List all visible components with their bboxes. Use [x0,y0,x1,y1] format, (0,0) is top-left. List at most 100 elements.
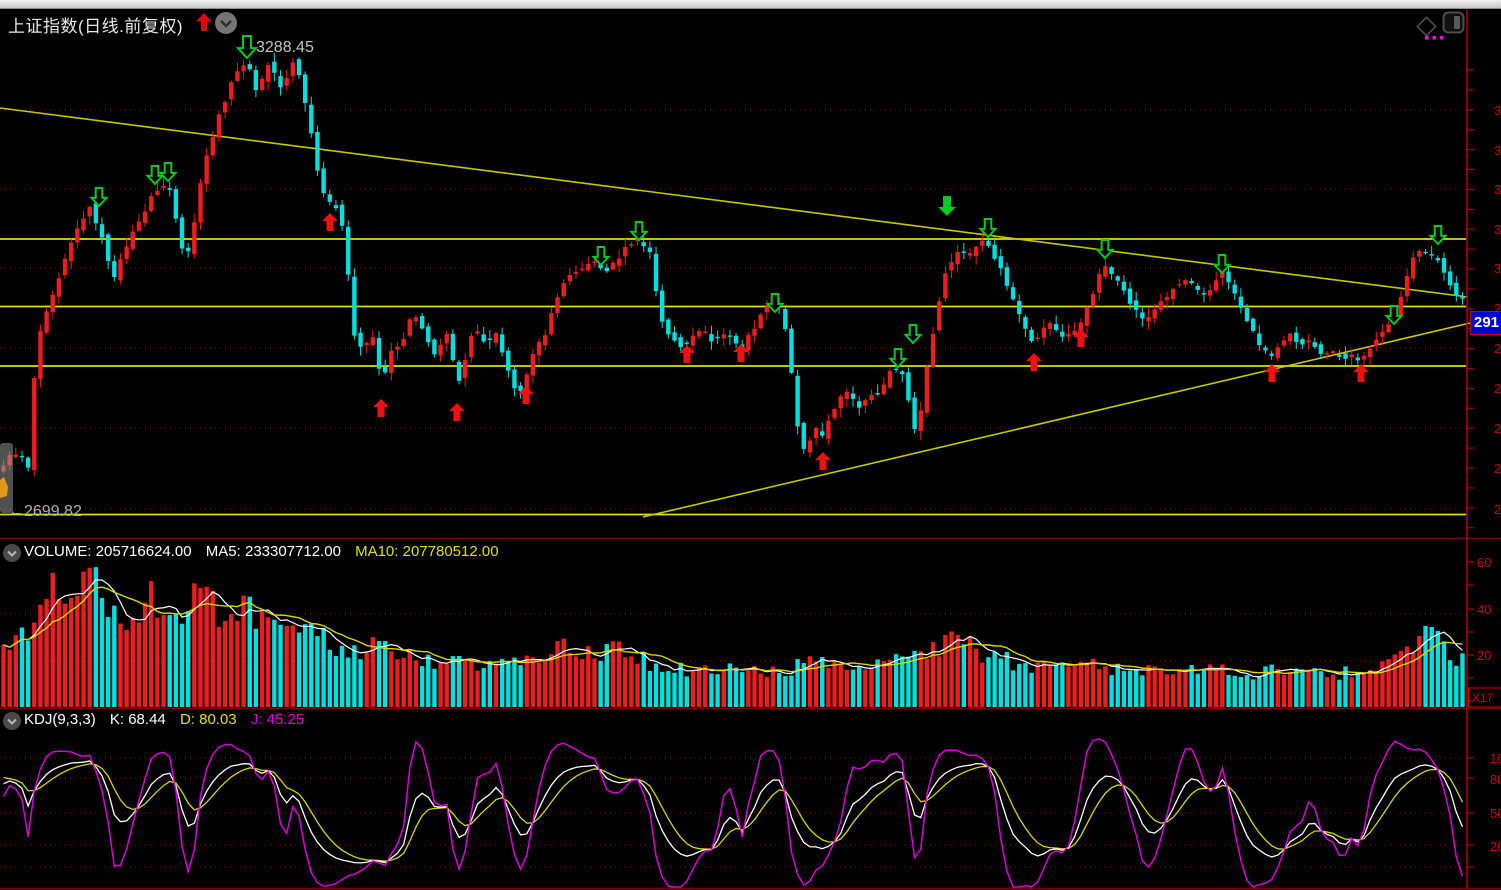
candle-body [863,400,867,406]
candle-body [1251,319,1255,331]
gridlines-layer [0,110,1466,867]
volume-bar [1251,679,1255,707]
volume-bar [783,676,787,707]
candle-body [1171,289,1175,299]
candle-body [1109,267,1113,274]
volume-bar [124,630,128,707]
volume-axis-label: 40 [1477,602,1491,617]
kdj-collapse-chevron-icon[interactable] [2,711,22,731]
candle-body [512,369,516,388]
candle-body [851,394,855,399]
volume-bar [1109,675,1113,707]
candle-body [1226,272,1230,283]
candle-body [198,183,202,222]
candle-body [118,259,122,280]
volume-header: VOLUME: 205716624.00 MA5: 233307712.00 M… [24,543,509,560]
volume-bar [561,639,565,707]
volume-bar [1319,671,1323,707]
volume-bar [321,628,325,707]
sell-signal-hollow-down-arrow-icon [238,36,256,58]
volume-bar [1189,665,1193,707]
candle-body [925,367,929,413]
candle-body [38,331,42,379]
candle-body [131,232,135,249]
volume-bar [346,658,350,707]
volume-bar [57,599,61,707]
volume-bar [1306,669,1310,707]
candle-body [1288,334,1292,342]
candle-body [1386,325,1390,333]
title-chevron-down-icon[interactable] [214,11,238,35]
candle-body [69,243,73,261]
candle-body [20,456,24,457]
volume-bar [1300,669,1304,707]
volume-bar [1374,671,1378,707]
candle-body [728,335,732,336]
candle-body [1152,309,1156,318]
candle-body [1060,332,1064,337]
candle-body [882,385,886,395]
candle-body [1085,307,1089,326]
candle-body [605,268,609,272]
candle-body [832,409,836,418]
candle-body [678,337,682,347]
kdj-j-value: J: 45.25 [251,711,304,728]
candle-body [321,168,325,193]
candle-body [746,335,750,351]
volume-bar [531,657,535,707]
volume-bar [580,659,584,707]
candle-body [94,203,98,223]
candle-body [1417,251,1421,257]
candle-body [715,337,719,338]
volume-ma5-value: MA5: 233307712.00 [206,543,341,560]
candle-body [174,189,178,219]
candle-body [1306,340,1310,342]
candle-body [789,329,793,373]
price-axis-label: 3150 [1494,143,1501,158]
volume-bar [51,573,55,707]
sell-signal-hollow-down-arrow-icon [768,294,783,312]
candle-body [32,378,36,470]
low-price-annotation: ←2699.82 [8,503,82,521]
volume-bar [869,667,873,707]
volume-bar [186,611,190,707]
volume-bar [1276,669,1280,707]
volume-bar [112,606,116,707]
candle-body [697,331,701,337]
candle-body [506,351,510,371]
volume-bar [525,656,529,707]
volume-bar [740,672,744,707]
volume-axis-label: 20 [1477,648,1491,663]
candle-body [808,441,812,453]
kdj-axis-label: 20 [1490,839,1501,854]
volume-bar [1448,660,1452,707]
volume-bar [715,674,719,707]
price-axis-label: 3000 [1494,261,1501,276]
candle-body [937,301,941,330]
panel-split-icon[interactable] [1442,11,1466,35]
chart-canvas: 3200315031003050300029502900285028002750… [0,0,1501,890]
volume-bar [365,653,369,707]
candle-body [260,79,264,90]
volume-bar [1140,675,1144,707]
trendlines-layer[interactable] [0,108,1470,517]
volume-collapse-chevron-icon[interactable] [2,543,22,563]
candle-body [912,398,916,430]
kdj-d-line [4,764,1463,861]
volume-bar [746,670,750,707]
candle-body [408,319,412,335]
candle-body [44,311,48,332]
volume-bar [629,656,633,707]
candle-body [734,336,738,344]
candle-body [63,259,67,276]
volume-bar [174,614,178,707]
candle-body [223,102,227,112]
candle-body [1146,317,1150,322]
candle-body [968,253,972,256]
magenta-dots-icon [1424,35,1448,41]
volume-bar [414,660,418,707]
candle-body [1005,267,1009,286]
volume-bar [401,658,405,707]
volume-bar [26,641,30,707]
volume-bar [1054,664,1058,707]
